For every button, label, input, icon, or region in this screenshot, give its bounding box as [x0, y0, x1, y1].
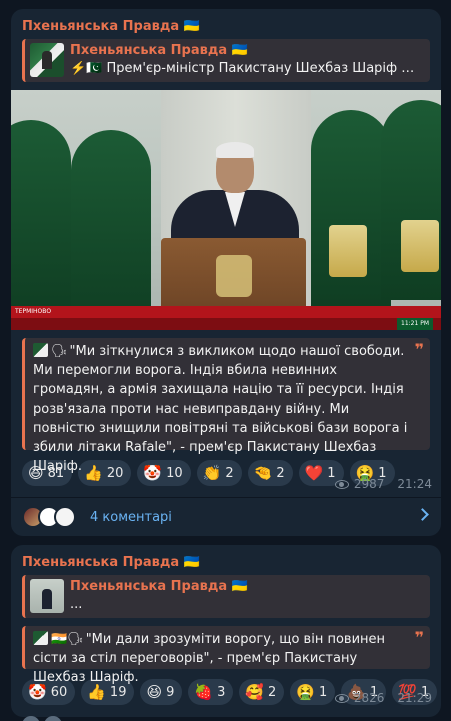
reply-text: ⚡️🇵🇰 Прем'єр-міністр Пакистану Шехбаз Ша…	[70, 61, 422, 76]
reaction-emoji: 👏	[202, 464, 222, 482]
message-time: 21:24	[397, 477, 432, 491]
reaction-emoji: 🍓	[194, 683, 214, 701]
reaction-emoji: 🤏	[253, 464, 273, 482]
quote-block: 🇮🇳🗣 "Ми дали зрозуміти ворогу, що він пов…	[22, 626, 430, 685]
forwarded-reply-preview[interactable]: Пхеньянська Правда 🇺🇦 ...	[22, 575, 430, 618]
news-ticker-bar	[11, 306, 441, 318]
flag-right-1	[311, 110, 391, 310]
reaction-count: 2	[268, 684, 277, 700]
views-eye-icon	[334, 693, 349, 703]
avatar	[44, 716, 62, 721]
channel-post-2[interactable]: Пхеньянська Правда 🇺🇦 Пхеньянська Правда…	[11, 545, 441, 717]
podium-emblem	[216, 255, 252, 297]
channel-name[interactable]: Пхеньянська Правда 🇺🇦	[11, 545, 441, 572]
reaction-count: 20	[106, 465, 124, 481]
quote-text: "Ми зіткнулися з викликом щодо нашої сво…	[33, 344, 408, 475]
message-meta: 2826 21:29	[334, 691, 432, 705]
flag-left-1	[11, 120, 71, 320]
reaction-chip[interactable]: 😆 9	[140, 679, 183, 705]
flag-speaking-head-icon: 🇮🇳🗣	[51, 632, 84, 647]
view-count: 2987	[353, 477, 385, 491]
avatar	[54, 506, 76, 528]
comments-label: 4 коментарі	[90, 509, 172, 525]
flag-left-2	[71, 130, 151, 330]
reaction-chip[interactable]: 🤏 2	[247, 460, 293, 486]
reply-text: ...	[70, 597, 83, 612]
post-photo[interactable]: ТЕРМІНОВО 11:21 PM	[11, 90, 441, 330]
reaction-count: 10	[166, 465, 183, 481]
forwarded-reply-preview[interactable]: Пхеньянська Правда 🇺🇦 ⚡️🇵🇰 Прем'єр-мініс…	[22, 39, 430, 82]
reply-channel-name: Пхеньянська Правда 🇺🇦	[70, 43, 248, 58]
quote-block: 🗣 "Ми зіткнулися з викликом щодо нашої св…	[22, 338, 430, 474]
commenter-avatars	[22, 506, 76, 528]
reaction-emoji: 🥰	[245, 683, 265, 701]
avatar	[22, 716, 40, 721]
quote-icon: ❞	[414, 340, 424, 359]
channel-name[interactable]: Пхеньянська Правда 🇺🇦	[11, 9, 441, 36]
message-time: 21:29	[397, 691, 432, 705]
reaction-chip[interactable]: 🤮 1	[290, 679, 336, 705]
next-post-avatars-peek	[22, 716, 82, 721]
crest-emblem	[401, 220, 439, 272]
quote-icon: ❞	[414, 628, 424, 647]
ticker-time: 11:21 PM	[397, 318, 433, 330]
reply-thumbnail	[30, 579, 64, 613]
reaction-emoji: 🤡	[143, 464, 163, 482]
views-eye-icon	[334, 479, 349, 489]
chevron-right-icon	[416, 508, 429, 521]
inline-photo-icon	[33, 631, 48, 645]
quote-text: "Ми дали зрозуміти ворогу, що він повине…	[33, 632, 386, 686]
reaction-count: 9	[166, 684, 175, 700]
speaking-head-icon: 🗣	[51, 344, 68, 359]
reaction-chip[interactable]: 🍓 3	[188, 679, 234, 705]
inline-photo-icon	[33, 343, 48, 357]
reaction-count: 1	[319, 684, 328, 700]
channel-post-1[interactable]: Пхеньянська Правда 🇺🇦 Пхеньянська Правда…	[11, 9, 441, 536]
reaction-count: 2	[225, 465, 234, 481]
reaction-emoji: 😆	[146, 683, 163, 701]
comments-button[interactable]: 4 коментарі	[11, 498, 441, 536]
reaction-count: 2	[276, 465, 285, 481]
reaction-count: 3	[217, 684, 226, 700]
reaction-emoji: 👍	[84, 464, 103, 482]
ticker-label: ТЕРМІНОВО	[15, 308, 52, 315]
news-ticker-bar-lower	[11, 318, 441, 330]
reaction-chip[interactable]: 👏 2	[196, 460, 242, 486]
message-meta: 2987 21:24	[334, 477, 432, 491]
speaker-hair	[216, 142, 254, 158]
reply-channel-name: Пхеньянська Правда 🇺🇦	[70, 579, 248, 594]
crest-emblem	[329, 225, 367, 277]
reaction-emoji: ❤️	[304, 464, 324, 482]
reaction-chip[interactable]: 🤡 10	[137, 460, 191, 486]
reply-thumbnail	[30, 43, 64, 77]
view-count: 2826	[353, 691, 385, 705]
reaction-emoji: 🤮	[296, 683, 316, 701]
reaction-chip[interactable]: 🥰 2	[239, 679, 285, 705]
reaction-chip[interactable]: 👍 20	[78, 460, 132, 486]
